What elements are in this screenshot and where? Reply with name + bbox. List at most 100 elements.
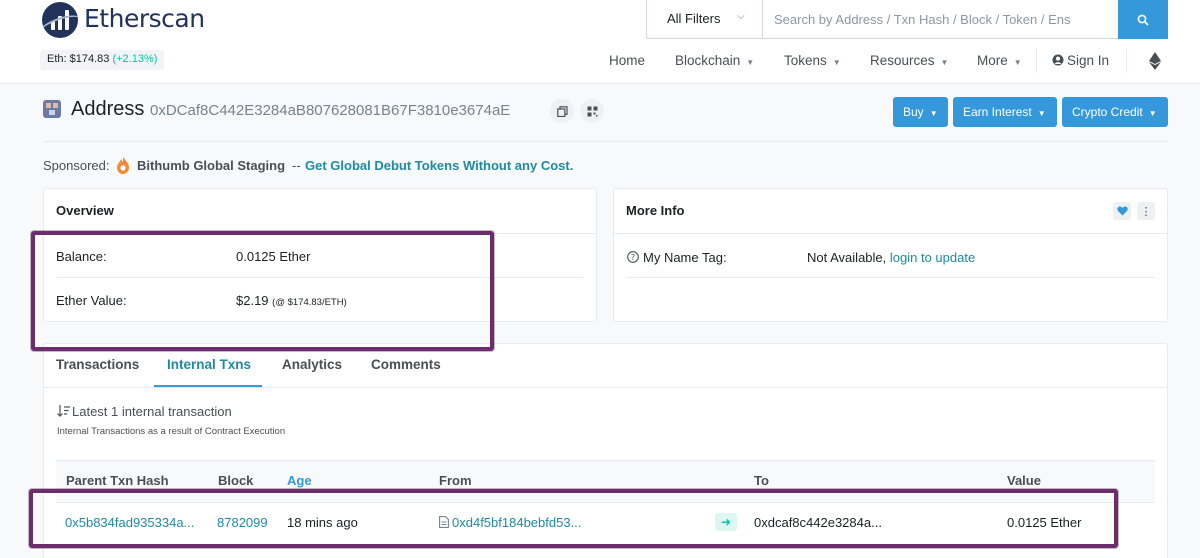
tab-analytics[interactable]: Analytics [282, 357, 342, 372]
nav-more[interactable]: More ▼ [977, 53, 1022, 68]
earn-interest-label: Earn Interest [963, 105, 1032, 119]
sign-in-label: Sign In [1067, 53, 1110, 68]
eth-price-change: (+2.13%) [112, 53, 158, 65]
address-identicon [43, 100, 61, 118]
balance-label: Balance: [56, 249, 107, 264]
search-button[interactable] [1118, 0, 1168, 39]
search-icon [1137, 14, 1149, 26]
user-icon [1052, 54, 1064, 66]
nav-divider [1036, 49, 1037, 73]
column-header-age[interactable]: Age [287, 473, 312, 488]
login-to-update-link[interactable]: login to update [890, 250, 975, 265]
ether-value-label: Ether Value: [56, 293, 127, 308]
column-header-to: To [754, 473, 769, 488]
tab-transactions[interactable]: Transactions [56, 357, 139, 372]
name-tag-status: Not Available, [807, 250, 887, 265]
tabs-divider [44, 387, 1167, 388]
column-header-from: From [439, 473, 472, 488]
crypto-credit-button[interactable]: Crypto Credit ▼ [1062, 97, 1168, 127]
tab-internal-txns[interactable]: Internal Txns [167, 357, 251, 372]
chevron-down-icon: ⌵ [737, 11, 745, 22]
chevron-down-icon: ▼ [832, 58, 841, 67]
chevron-down-icon: ▼ [1037, 109, 1046, 118]
bithumb-logo-icon [117, 157, 129, 174]
heart-icon [1116, 206, 1128, 216]
name-tag-value: Not Available, login to update [807, 250, 975, 265]
column-header-parent-hash: Parent Txn Hash [66, 473, 169, 488]
sponsored-label: Sponsored: [43, 158, 110, 173]
value-cell: 0.0125 Ether [1007, 515, 1082, 530]
age-cell: 18 mins ago [287, 515, 358, 530]
block-link[interactable]: 8782099 [217, 515, 268, 530]
overview-title: Overview [44, 189, 596, 234]
eth-price-label: Eth: $174.83 [47, 53, 110, 65]
page-title: Address [71, 98, 145, 120]
internal-subtitle: Internal Transactions as a result of Con… [57, 426, 286, 437]
earn-interest-button[interactable]: Earn Interest ▼ [953, 97, 1057, 127]
from-address-cell[interactable]: 0xd4f5bf184bebfd53... [439, 515, 581, 530]
etherscan-logo-icon[interactable] [42, 2, 78, 38]
nav-divider [1126, 49, 1127, 73]
filter-label: All Filters [667, 11, 721, 26]
active-tab-indicator [154, 385, 262, 387]
overview-card: Overview Balance: 0.0125 Ether Ether Val… [43, 188, 597, 322]
column-header-block: Block [218, 473, 254, 488]
question-circle-icon: ? [627, 251, 639, 263]
from-address-link[interactable]: 0xd4f5bf184bebfd53... [452, 515, 581, 530]
buy-button[interactable]: Buy ▼ [893, 97, 948, 127]
search-bar: All Filters ⌵ [646, 0, 1168, 39]
nav-resources-label: Resources [870, 53, 935, 68]
favorite-button[interactable] [1113, 202, 1131, 220]
ether-value-amount: $2.19 [236, 293, 269, 308]
transactions-card [43, 343, 1168, 558]
nav-home[interactable]: Home [609, 53, 645, 68]
balance-value: 0.0125 Ether [236, 249, 311, 264]
search-input[interactable] [763, 0, 1119, 38]
nav-tokens[interactable]: Tokens ▼ [784, 53, 841, 68]
contract-file-icon [439, 516, 449, 528]
chevron-down-icon: ▼ [929, 109, 938, 118]
section-divider [43, 141, 1168, 142]
chevron-down-icon: ▼ [1148, 109, 1157, 118]
filter-dropdown[interactable]: All Filters ⌵ [647, 0, 763, 38]
chevron-down-icon: ▼ [1013, 58, 1022, 67]
qr-code-icon [587, 106, 597, 116]
to-address-cell: 0xdcaf8c442e3284a... [754, 515, 882, 530]
tab-comments[interactable]: Comments [371, 357, 441, 372]
nav-tokens-label: Tokens [784, 53, 827, 68]
sponsor-dash: -- [292, 158, 301, 173]
info-button[interactable]: ⋮ [1137, 202, 1155, 220]
crypto-credit-label: Crypto Credit [1072, 105, 1143, 119]
latest-count-text: Latest 1 internal transaction [72, 404, 232, 419]
ethereum-icon[interactable] [1149, 52, 1161, 70]
site-header: Etherscan Eth: $174.83 (+2.13%) All Filt… [0, 0, 1200, 84]
ether-value: $2.19 (@ $174.83/ETH) [236, 293, 347, 308]
nav-sign-in[interactable]: Sign In [1052, 53, 1109, 68]
row-divider [56, 277, 584, 278]
copy-icon [556, 105, 568, 117]
more-info-card: More Info ⋮ ? My Name Tag: Not Available… [613, 188, 1168, 322]
parent-hash-link[interactable]: 0x5b834fad935334a... [65, 515, 194, 530]
latest-count: Latest 1 internal transaction [57, 404, 232, 419]
sponsor-link[interactable]: Get Global Debut Tokens Without any Cost… [305, 158, 573, 173]
ether-rate: (@ $174.83/ETH) [272, 297, 347, 308]
table-header-divider [56, 502, 1155, 503]
nav-blockchain[interactable]: Blockchain ▼ [675, 53, 754, 68]
nav-blockchain-label: Blockchain [675, 53, 741, 68]
logo-text[interactable]: Etherscan [84, 4, 205, 33]
row-divider [626, 277, 1155, 278]
more-info-title: More Info [614, 189, 1167, 234]
transfer-arrow-icon: ➜ [715, 513, 737, 531]
chevron-down-icon: ▼ [940, 58, 949, 67]
qr-code-button[interactable] [580, 99, 604, 123]
column-header-value: Value [1007, 473, 1041, 488]
copy-button[interactable] [550, 99, 574, 123]
nav-more-label: More [977, 53, 1008, 68]
name-tag-label: My Name Tag: [643, 250, 727, 265]
buy-label: Buy [903, 105, 924, 119]
address-hash: 0xDCaf8C442E3284aB807628081B67F3810e3674… [150, 102, 511, 119]
eth-price-badge: Eth: $174.83 (+2.13%) [40, 50, 165, 70]
sponsor-name[interactable]: Bithumb Global Staging [137, 158, 285, 173]
chevron-down-icon: ▼ [746, 58, 755, 67]
nav-resources[interactable]: Resources ▼ [870, 53, 948, 68]
